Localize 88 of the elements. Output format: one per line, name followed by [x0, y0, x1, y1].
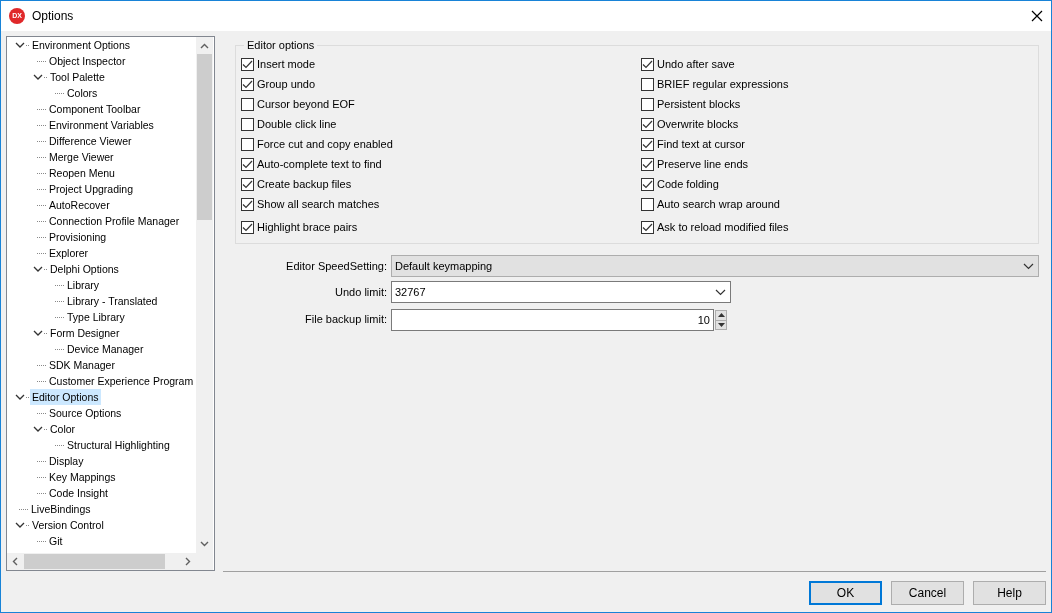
checkbox[interactable]: Code folding: [641, 174, 1033, 194]
checkbox[interactable]: Persistent blocks: [641, 94, 1033, 114]
dialog-button[interactable]: Help: [973, 581, 1046, 605]
dialog-button[interactable]: OK: [809, 581, 882, 605]
window-title: Options: [32, 8, 75, 25]
tree-item[interactable]: Tool Palette: [48, 69, 107, 85]
checkbox[interactable]: Show all search matches: [241, 194, 641, 214]
combo-box[interactable]: 32767: [391, 281, 731, 303]
tree-item[interactable]: Environment Variables: [47, 117, 156, 133]
spin-up-button[interactable]: [716, 311, 726, 320]
checkmark-icon: [642, 222, 653, 232]
checkmark-icon: [642, 139, 653, 149]
checkbox[interactable]: Undo after save: [641, 54, 1033, 74]
scroll-thumb[interactable]: [197, 54, 212, 220]
checkbox[interactable]: Find text at cursor: [641, 134, 1033, 154]
tree-item[interactable]: Provisioning: [47, 229, 109, 245]
checkmark-icon: [242, 199, 253, 209]
tree-item[interactable]: Colors: [65, 85, 100, 101]
tree-item[interactable]: Structural Highlighting: [65, 437, 172, 453]
tree-item[interactable]: Environment Options: [30, 37, 133, 53]
checkmark-icon: [242, 79, 253, 89]
tree-item[interactable]: Object Inspector: [47, 53, 128, 69]
close-icon[interactable]: [1031, 10, 1043, 22]
collapse-chevron-icon[interactable]: [33, 425, 43, 433]
horizontal-scrollbar[interactable]: [7, 553, 196, 570]
tree-item[interactable]: SDK Manager: [47, 357, 117, 373]
tree-item[interactable]: LiveBindings: [29, 501, 93, 517]
checkbox[interactable]: Overwrite blocks: [641, 114, 1033, 134]
tree-item[interactable]: Form Designer: [48, 325, 122, 341]
group-title: Editor options: [244, 38, 318, 52]
checkbox[interactable]: Create backup files: [241, 174, 641, 194]
checkbox[interactable]: Ask to reload modified files: [641, 214, 1033, 240]
tree-item[interactable]: Git: [47, 533, 65, 549]
vertical-scrollbar[interactable]: [196, 37, 213, 553]
collapse-chevron-icon[interactable]: [15, 393, 25, 401]
dialog-button[interactable]: Cancel: [891, 581, 964, 605]
tree-item[interactable]: Component Toolbar: [47, 101, 143, 117]
checkbox[interactable]: Insert mode: [241, 54, 641, 74]
caret-icon: [1023, 262, 1034, 270]
tree-item[interactable]: Source Options: [47, 405, 124, 421]
checkbox[interactable]: Group undo: [241, 74, 641, 94]
checkbox[interactable]: Cursor beyond EOF: [241, 94, 641, 114]
tree-item[interactable]: Display: [47, 453, 86, 469]
checkmark-icon: [642, 119, 653, 129]
number-field[interactable]: 10: [391, 309, 714, 331]
field-label: Undo limit:: [334, 284, 387, 300]
tree-item[interactable]: Customer Experience Program: [47, 373, 196, 389]
tree-item[interactable]: Editor Options: [30, 389, 101, 405]
tree-item[interactable]: Reopen Menu: [47, 165, 117, 181]
checkbox[interactable]: Force cut and copy enabled: [241, 134, 641, 154]
checkmark-icon: [242, 159, 253, 169]
caret-icon: [715, 288, 726, 296]
tree-item[interactable]: Merge Viewer: [47, 149, 116, 165]
checkbox[interactable]: Auto search wrap around: [641, 194, 1033, 214]
collapse-chevron-icon[interactable]: [15, 521, 25, 529]
collapse-chevron-icon[interactable]: [15, 41, 25, 49]
checkmark-icon: [642, 59, 653, 69]
tree-item[interactable]: Project Upgrading: [47, 181, 136, 197]
tree-item[interactable]: Device Manager: [65, 341, 146, 357]
collapse-chevron-icon[interactable]: [33, 265, 43, 273]
checkmark-icon: [242, 222, 253, 232]
checkbox[interactable]: Preserve line ends: [641, 154, 1033, 174]
checkbox[interactable]: Auto-complete text to find: [241, 154, 641, 174]
checkbox[interactable]: Highlight brace pairs: [241, 214, 641, 240]
checkbox[interactable]: BRIEF regular expressions: [641, 74, 1033, 94]
tree-item[interactable]: Key Mappings: [47, 469, 118, 485]
tree-item[interactable]: Type Library: [65, 309, 127, 325]
tree-item[interactable]: Connection Profile Manager: [47, 213, 182, 229]
field-label: File backup limit:: [304, 311, 387, 327]
checkmark-icon: [242, 179, 253, 189]
tree-item[interactable]: Version Control: [30, 517, 106, 533]
checkmark-icon: [242, 59, 253, 69]
checkmark-icon: [642, 179, 653, 189]
tree-item[interactable]: Difference Viewer: [47, 133, 134, 149]
checkmark-icon: [642, 159, 653, 169]
tree-item[interactable]: Color: [48, 421, 78, 437]
tree-item[interactable]: Explorer: [47, 245, 91, 261]
tree-item[interactable]: Library - Translated: [65, 293, 160, 309]
tree-item[interactable]: AutoRecover: [47, 197, 112, 213]
dropdown[interactable]: Default keymapping: [391, 255, 1039, 277]
scroll-thumb[interactable]: [24, 554, 165, 569]
field-label: Editor SpeedSetting:: [285, 258, 387, 274]
collapse-chevron-icon[interactable]: [33, 329, 43, 337]
tree-item[interactable]: Library: [65, 277, 102, 293]
tree-item[interactable]: Delphi Options: [48, 261, 121, 277]
collapse-chevron-icon[interactable]: [33, 73, 43, 81]
tree-item[interactable]: Code Insight: [47, 485, 110, 501]
checkbox[interactable]: Double click line: [241, 114, 641, 134]
